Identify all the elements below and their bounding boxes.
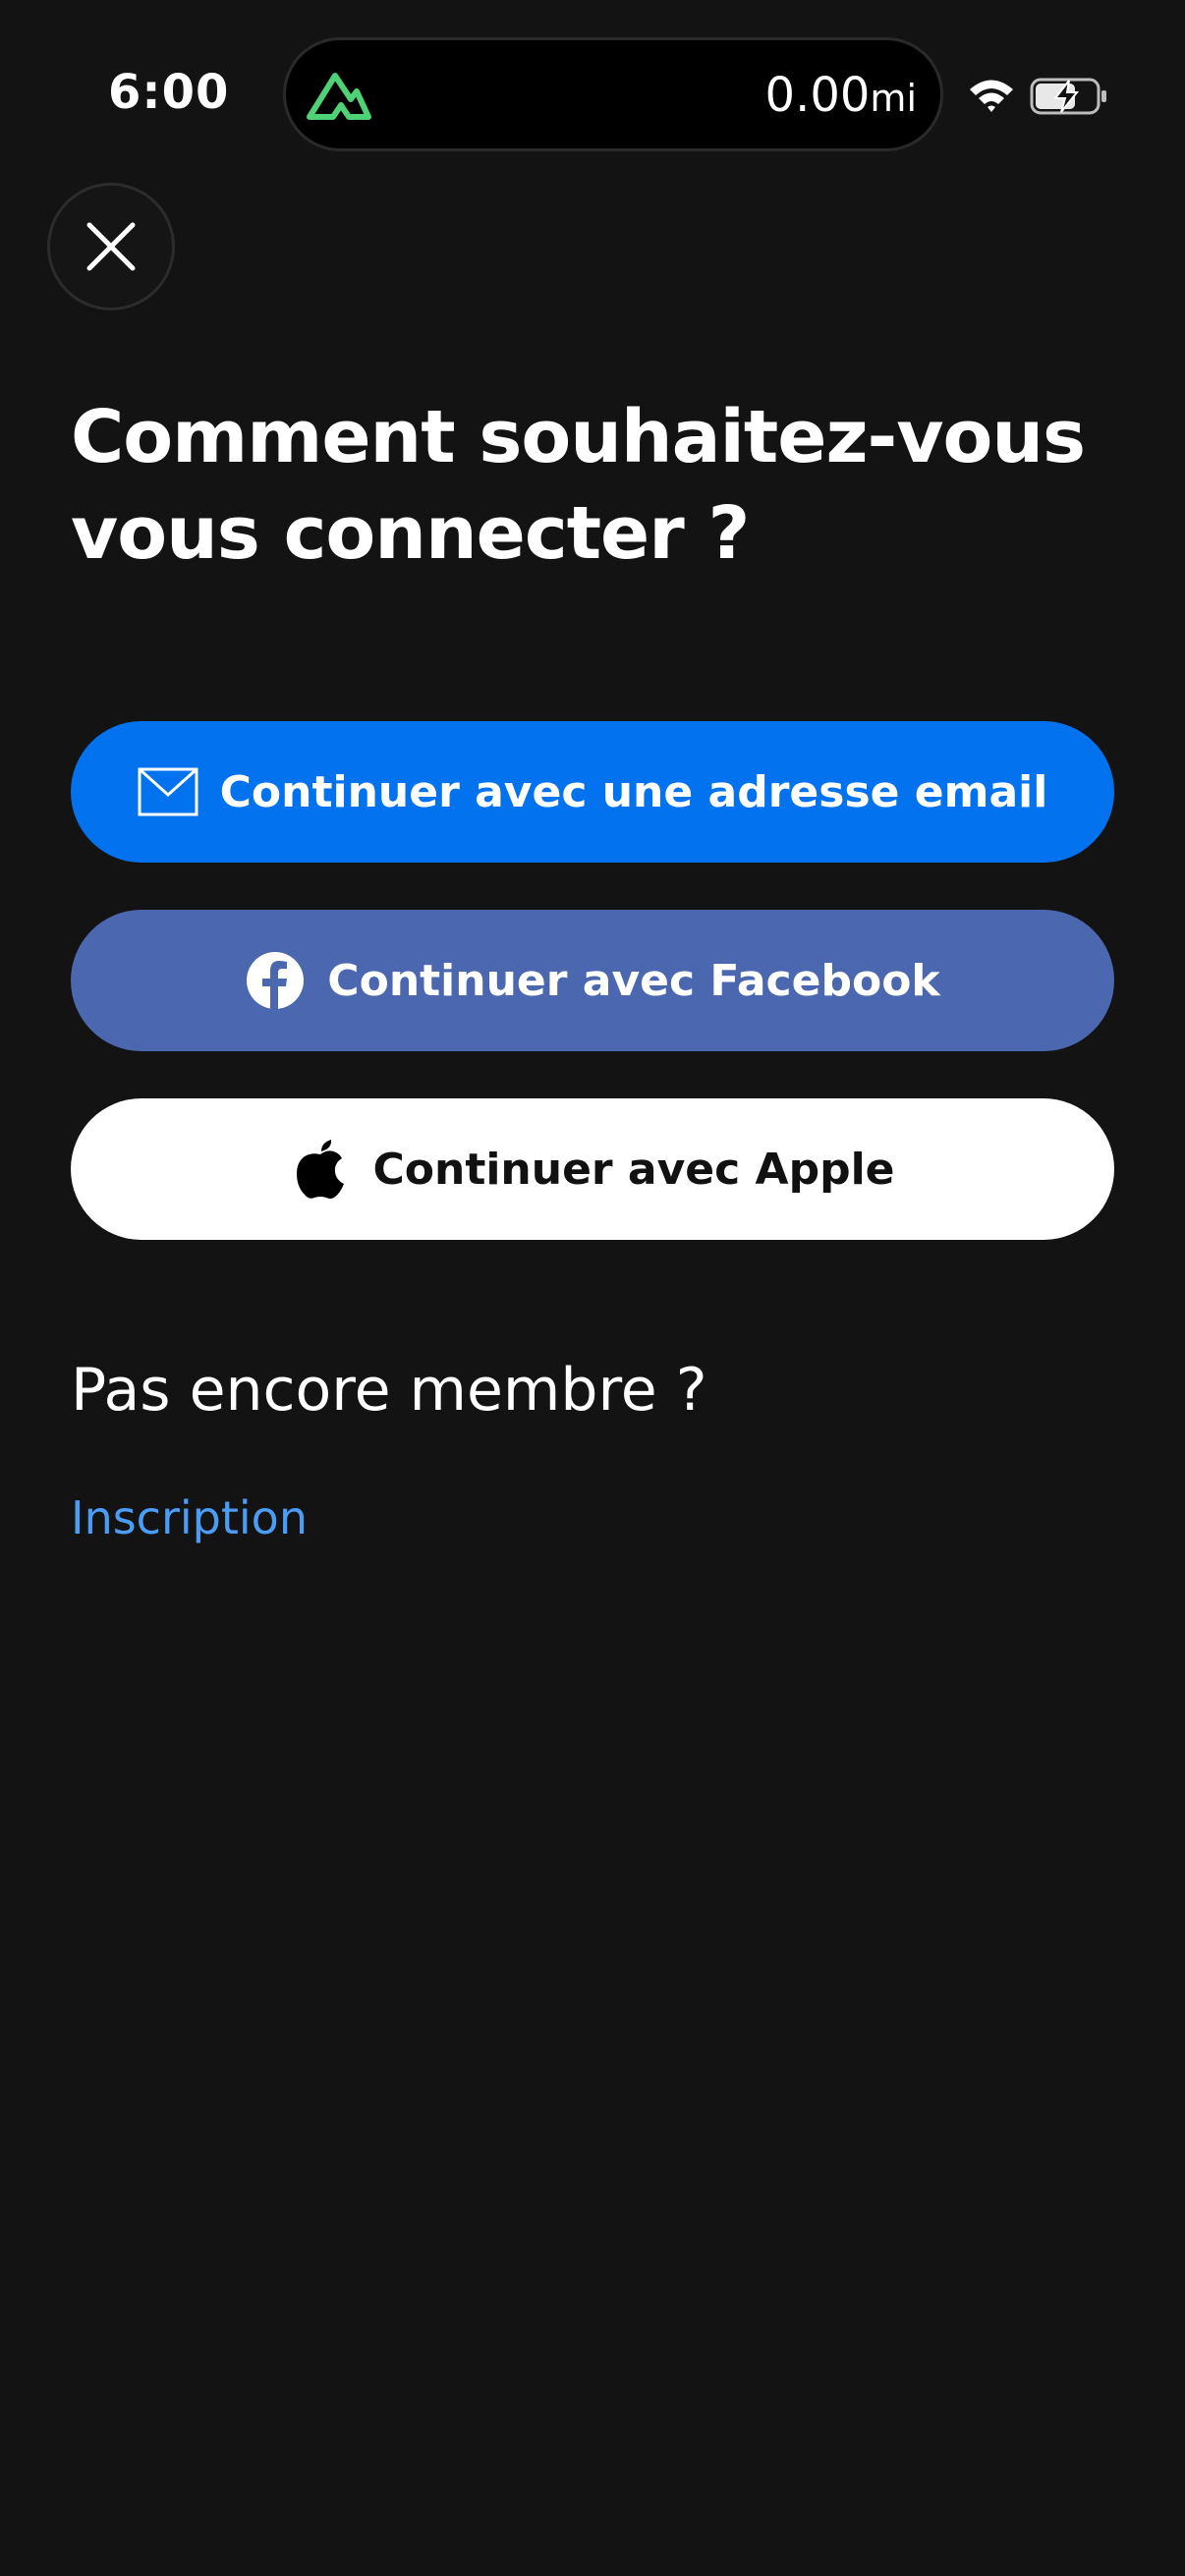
close-icon [86,222,136,271]
continue-apple-label: Continuer avec Apple [372,1144,895,1195]
continue-apple-button[interactable]: Continuer avec Apple [71,1098,1114,1240]
battery-charging-icon [1030,78,1106,115]
distance-value: 0.00 [764,68,871,123]
login-screen: 6:00 0.00mi Comment souhaitez-vous vous … [0,0,1185,2576]
facebook-icon [245,950,306,1011]
continue-email-label: Continuer avec une adresse email [219,766,1048,817]
mail-icon [138,761,198,822]
signup-heading: Pas encore membre ? [71,1356,707,1425]
continue-facebook-button[interactable]: Continuer avec Facebook [71,910,1114,1051]
dynamic-island[interactable]: 0.00mi [283,37,943,151]
signup-link[interactable]: Inscription [71,1491,308,1544]
app-logo-icon [307,73,371,120]
distance-unit: mi [870,77,917,120]
continue-facebook-label: Continuer avec Facebook [327,955,940,1006]
distance-readout: 0.00mi [765,68,917,123]
wifi-icon [970,80,1013,112]
apple-icon [290,1139,351,1200]
continue-email-button[interactable]: Continuer avec une adresse email [71,721,1114,863]
page-title: Comment souhaitez-vous vous connecter ? [71,395,1086,576]
status-time: 6:00 [108,65,230,120]
close-button[interactable] [47,183,175,310]
